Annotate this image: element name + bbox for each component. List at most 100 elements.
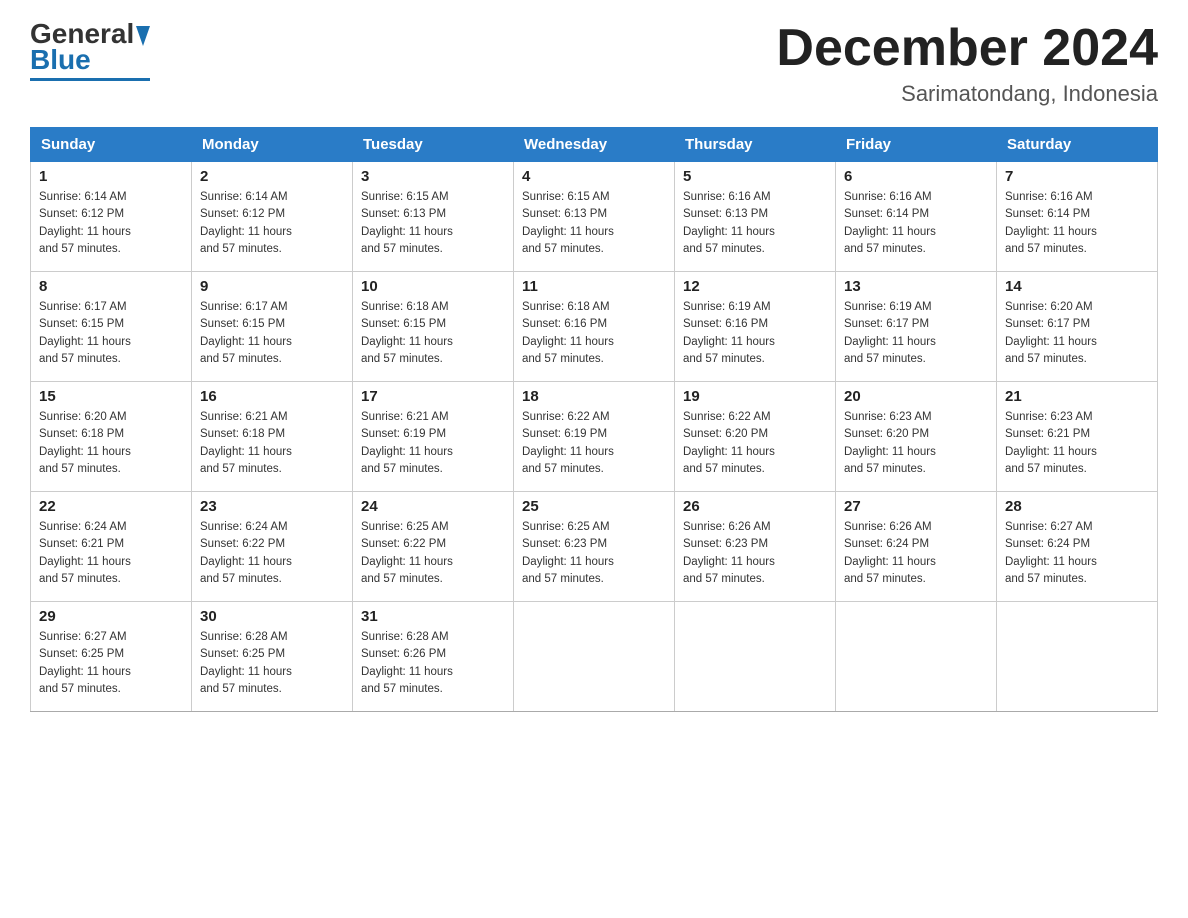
day-number: 31 xyxy=(361,608,505,625)
day-info: Sunrise: 6:21 AM Sunset: 6:18 PM Dayligh… xyxy=(200,409,344,478)
day-info: Sunrise: 6:16 AM Sunset: 6:13 PM Dayligh… xyxy=(683,189,827,258)
day-number: 10 xyxy=(361,278,505,295)
day-number: 18 xyxy=(522,388,666,405)
calendar-cell: 16 Sunrise: 6:21 AM Sunset: 6:18 PM Dayl… xyxy=(192,382,353,492)
day-number: 28 xyxy=(1005,498,1149,515)
day-info: Sunrise: 6:16 AM Sunset: 6:14 PM Dayligh… xyxy=(844,189,988,258)
logo: General Blue xyxy=(30,20,150,81)
day-info: Sunrise: 6:22 AM Sunset: 6:19 PM Dayligh… xyxy=(522,409,666,478)
day-info: Sunrise: 6:20 AM Sunset: 6:17 PM Dayligh… xyxy=(1005,299,1149,368)
calendar-week-row: 29 Sunrise: 6:27 AM Sunset: 6:25 PM Dayl… xyxy=(31,602,1158,712)
calendar-cell: 13 Sunrise: 6:19 AM Sunset: 6:17 PM Dayl… xyxy=(836,272,997,382)
column-header-sunday: Sunday xyxy=(31,128,192,162)
day-info: Sunrise: 6:26 AM Sunset: 6:24 PM Dayligh… xyxy=(844,519,988,588)
day-number: 7 xyxy=(1005,168,1149,185)
day-number: 30 xyxy=(200,608,344,625)
day-info: Sunrise: 6:19 AM Sunset: 6:17 PM Dayligh… xyxy=(844,299,988,368)
logo-underline xyxy=(30,78,150,81)
day-info: Sunrise: 6:14 AM Sunset: 6:12 PM Dayligh… xyxy=(39,189,183,258)
calendar-cell: 17 Sunrise: 6:21 AM Sunset: 6:19 PM Dayl… xyxy=(353,382,514,492)
calendar-cell: 21 Sunrise: 6:23 AM Sunset: 6:21 PM Dayl… xyxy=(997,382,1158,492)
column-header-saturday: Saturday xyxy=(997,128,1158,162)
logo-blue-text: Blue xyxy=(30,44,91,75)
calendar-cell: 22 Sunrise: 6:24 AM Sunset: 6:21 PM Dayl… xyxy=(31,492,192,602)
calendar-week-row: 22 Sunrise: 6:24 AM Sunset: 6:21 PM Dayl… xyxy=(31,492,1158,602)
day-info: Sunrise: 6:25 AM Sunset: 6:23 PM Dayligh… xyxy=(522,519,666,588)
calendar-cell: 9 Sunrise: 6:17 AM Sunset: 6:15 PM Dayli… xyxy=(192,272,353,382)
day-number: 25 xyxy=(522,498,666,515)
column-header-thursday: Thursday xyxy=(675,128,836,162)
day-number: 21 xyxy=(1005,388,1149,405)
day-info: Sunrise: 6:18 AM Sunset: 6:16 PM Dayligh… xyxy=(522,299,666,368)
day-info: Sunrise: 6:28 AM Sunset: 6:25 PM Dayligh… xyxy=(200,629,344,698)
day-number: 4 xyxy=(522,168,666,185)
calendar-cell: 12 Sunrise: 6:19 AM Sunset: 6:16 PM Dayl… xyxy=(675,272,836,382)
calendar-cell xyxy=(514,602,675,712)
day-info: Sunrise: 6:17 AM Sunset: 6:15 PM Dayligh… xyxy=(200,299,344,368)
calendar-cell: 7 Sunrise: 6:16 AM Sunset: 6:14 PM Dayli… xyxy=(997,162,1158,272)
day-number: 16 xyxy=(200,388,344,405)
column-header-friday: Friday xyxy=(836,128,997,162)
day-info: Sunrise: 6:23 AM Sunset: 6:20 PM Dayligh… xyxy=(844,409,988,478)
calendar-cell: 29 Sunrise: 6:27 AM Sunset: 6:25 PM Dayl… xyxy=(31,602,192,712)
calendar-cell: 26 Sunrise: 6:26 AM Sunset: 6:23 PM Dayl… xyxy=(675,492,836,602)
day-info: Sunrise: 6:27 AM Sunset: 6:24 PM Dayligh… xyxy=(1005,519,1149,588)
day-number: 13 xyxy=(844,278,988,295)
calendar-cell: 28 Sunrise: 6:27 AM Sunset: 6:24 PM Dayl… xyxy=(997,492,1158,602)
column-header-monday: Monday xyxy=(192,128,353,162)
calendar-cell: 23 Sunrise: 6:24 AM Sunset: 6:22 PM Dayl… xyxy=(192,492,353,602)
day-number: 22 xyxy=(39,498,183,515)
calendar-cell: 14 Sunrise: 6:20 AM Sunset: 6:17 PM Dayl… xyxy=(997,272,1158,382)
day-number: 26 xyxy=(683,498,827,515)
calendar-cell: 5 Sunrise: 6:16 AM Sunset: 6:13 PM Dayli… xyxy=(675,162,836,272)
calendar-table: SundayMondayTuesdayWednesdayThursdayFrid… xyxy=(30,127,1158,712)
day-info: Sunrise: 6:19 AM Sunset: 6:16 PM Dayligh… xyxy=(683,299,827,368)
day-number: 5 xyxy=(683,168,827,185)
day-info: Sunrise: 6:27 AM Sunset: 6:25 PM Dayligh… xyxy=(39,629,183,698)
day-number: 9 xyxy=(200,278,344,295)
day-number: 6 xyxy=(844,168,988,185)
calendar-cell: 2 Sunrise: 6:14 AM Sunset: 6:12 PM Dayli… xyxy=(192,162,353,272)
calendar-week-row: 8 Sunrise: 6:17 AM Sunset: 6:15 PM Dayli… xyxy=(31,272,1158,382)
calendar-cell: 25 Sunrise: 6:25 AM Sunset: 6:23 PM Dayl… xyxy=(514,492,675,602)
day-number: 19 xyxy=(683,388,827,405)
calendar-cell: 10 Sunrise: 6:18 AM Sunset: 6:15 PM Dayl… xyxy=(353,272,514,382)
calendar-cell: 31 Sunrise: 6:28 AM Sunset: 6:26 PM Dayl… xyxy=(353,602,514,712)
calendar-cell: 19 Sunrise: 6:22 AM Sunset: 6:20 PM Dayl… xyxy=(675,382,836,492)
calendar-cell: 11 Sunrise: 6:18 AM Sunset: 6:16 PM Dayl… xyxy=(514,272,675,382)
day-number: 11 xyxy=(522,278,666,295)
calendar-header-row: SundayMondayTuesdayWednesdayThursdayFrid… xyxy=(31,128,1158,162)
location-subtitle: Sarimatondang, Indonesia xyxy=(776,81,1158,107)
day-info: Sunrise: 6:17 AM Sunset: 6:15 PM Dayligh… xyxy=(39,299,183,368)
calendar-week-row: 1 Sunrise: 6:14 AM Sunset: 6:12 PM Dayli… xyxy=(31,162,1158,272)
calendar-cell: 20 Sunrise: 6:23 AM Sunset: 6:20 PM Dayl… xyxy=(836,382,997,492)
calendar-week-row: 15 Sunrise: 6:20 AM Sunset: 6:18 PM Dayl… xyxy=(31,382,1158,492)
day-number: 2 xyxy=(200,168,344,185)
calendar-cell: 30 Sunrise: 6:28 AM Sunset: 6:25 PM Dayl… xyxy=(192,602,353,712)
calendar-cell: 6 Sunrise: 6:16 AM Sunset: 6:14 PM Dayli… xyxy=(836,162,997,272)
day-info: Sunrise: 6:15 AM Sunset: 6:13 PM Dayligh… xyxy=(522,189,666,258)
day-info: Sunrise: 6:26 AM Sunset: 6:23 PM Dayligh… xyxy=(683,519,827,588)
calendar-cell xyxy=(675,602,836,712)
calendar-cell: 24 Sunrise: 6:25 AM Sunset: 6:22 PM Dayl… xyxy=(353,492,514,602)
day-info: Sunrise: 6:24 AM Sunset: 6:22 PM Dayligh… xyxy=(200,519,344,588)
day-number: 20 xyxy=(844,388,988,405)
calendar-cell xyxy=(836,602,997,712)
day-number: 14 xyxy=(1005,278,1149,295)
day-info: Sunrise: 6:22 AM Sunset: 6:20 PM Dayligh… xyxy=(683,409,827,478)
column-header-wednesday: Wednesday xyxy=(514,128,675,162)
day-number: 8 xyxy=(39,278,183,295)
calendar-cell: 15 Sunrise: 6:20 AM Sunset: 6:18 PM Dayl… xyxy=(31,382,192,492)
calendar-cell: 18 Sunrise: 6:22 AM Sunset: 6:19 PM Dayl… xyxy=(514,382,675,492)
day-number: 24 xyxy=(361,498,505,515)
day-number: 1 xyxy=(39,168,183,185)
column-header-tuesday: Tuesday xyxy=(353,128,514,162)
day-info: Sunrise: 6:16 AM Sunset: 6:14 PM Dayligh… xyxy=(1005,189,1149,258)
day-number: 17 xyxy=(361,388,505,405)
day-number: 27 xyxy=(844,498,988,515)
calendar-cell: 4 Sunrise: 6:15 AM Sunset: 6:13 PM Dayli… xyxy=(514,162,675,272)
day-info: Sunrise: 6:20 AM Sunset: 6:18 PM Dayligh… xyxy=(39,409,183,478)
day-info: Sunrise: 6:25 AM Sunset: 6:22 PM Dayligh… xyxy=(361,519,505,588)
day-info: Sunrise: 6:23 AM Sunset: 6:21 PM Dayligh… xyxy=(1005,409,1149,478)
day-number: 3 xyxy=(361,168,505,185)
